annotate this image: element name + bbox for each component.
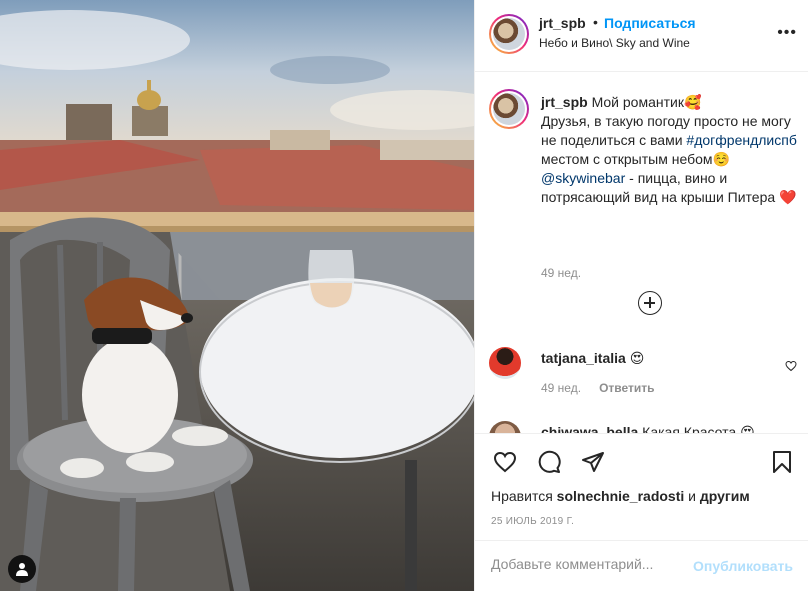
caption-line1: Мой романтик🥰 [587,94,702,110]
caption-avatar[interactable] [489,89,529,129]
user-tag-icon[interactable] [8,555,36,583]
add-more-comments-icon[interactable] [638,291,662,315]
post-photo[interactable] [0,0,474,591]
caption-hashtag[interactable]: #догфрендлиспб [686,132,796,148]
photo-illustration [0,0,474,591]
comment-line: chiwawa_bella Какая Красота 😍 [541,424,755,434]
separator-dot: • [593,14,598,30]
caption-text: jrt_spb Мой романтик🥰 Друзья, в такую пог… [541,93,801,207]
share-icon[interactable] [581,450,605,477]
comment-icon[interactable] [537,450,561,477]
author-username[interactable]: jrt_spb [539,15,586,31]
reply-button[interactable]: Ответить [599,381,654,395]
caption-username[interactable]: jrt_spb [541,94,588,110]
likes-others-link[interactable]: другим [700,488,750,504]
follow-button[interactable]: Подписаться [604,15,696,31]
post-header: jrt_spb • Подписаться Небо и Вино\ Sky a… [475,0,808,72]
likes-summary: Нравится solnechnie_radosti и другим [491,488,750,504]
commenter-username[interactable]: chiwawa_bella [541,424,638,433]
comment-time[interactable]: 49 нед. [541,381,581,395]
location-link[interactable]: Небо и Вино\ Sky and Wine [539,36,690,50]
post-date[interactable]: 25 ИЮЛЬ 2019 Г. [491,516,574,527]
commenter-username[interactable]: tatjana_italia [541,350,626,366]
post-details-panel: jrt_spb • Подписаться Небо и Вино\ Sky a… [474,0,808,591]
comments-section[interactable]: jrt_spb Мой романтик🥰 Друзья, в такую пог… [475,73,808,434]
bookmark-icon[interactable] [770,450,794,477]
add-comment-bar: Опубликовать [475,540,808,591]
likes-prefix: Нравится [491,488,557,504]
commenter-avatar[interactable] [489,421,521,433]
more-options-icon[interactable]: ••• [777,24,797,42]
author-avatar[interactable] [489,14,529,54]
comment-heart-icon[interactable] [785,359,797,375]
likes-user-link[interactable]: solnechnie_radosti [557,488,685,504]
comment-text: 😍 [625,350,645,366]
comment-input[interactable] [491,556,691,572]
comment-text: Какая Красота 😍 [638,424,755,434]
commenter-avatar[interactable] [489,347,521,379]
likes-middle: и [684,488,700,504]
caption-line3: местом с открытым небом☺️ [541,151,730,167]
caption-time[interactable]: 49 нед. [541,266,581,280]
heart-icon[interactable] [493,450,517,477]
comment-meta: 49 нед. Ответить [541,381,655,395]
caption-mention[interactable]: @skywinebar [541,170,625,186]
comment-line: tatjana_italia 😍 [541,350,644,367]
publish-button[interactable]: Опубликовать [693,558,793,574]
